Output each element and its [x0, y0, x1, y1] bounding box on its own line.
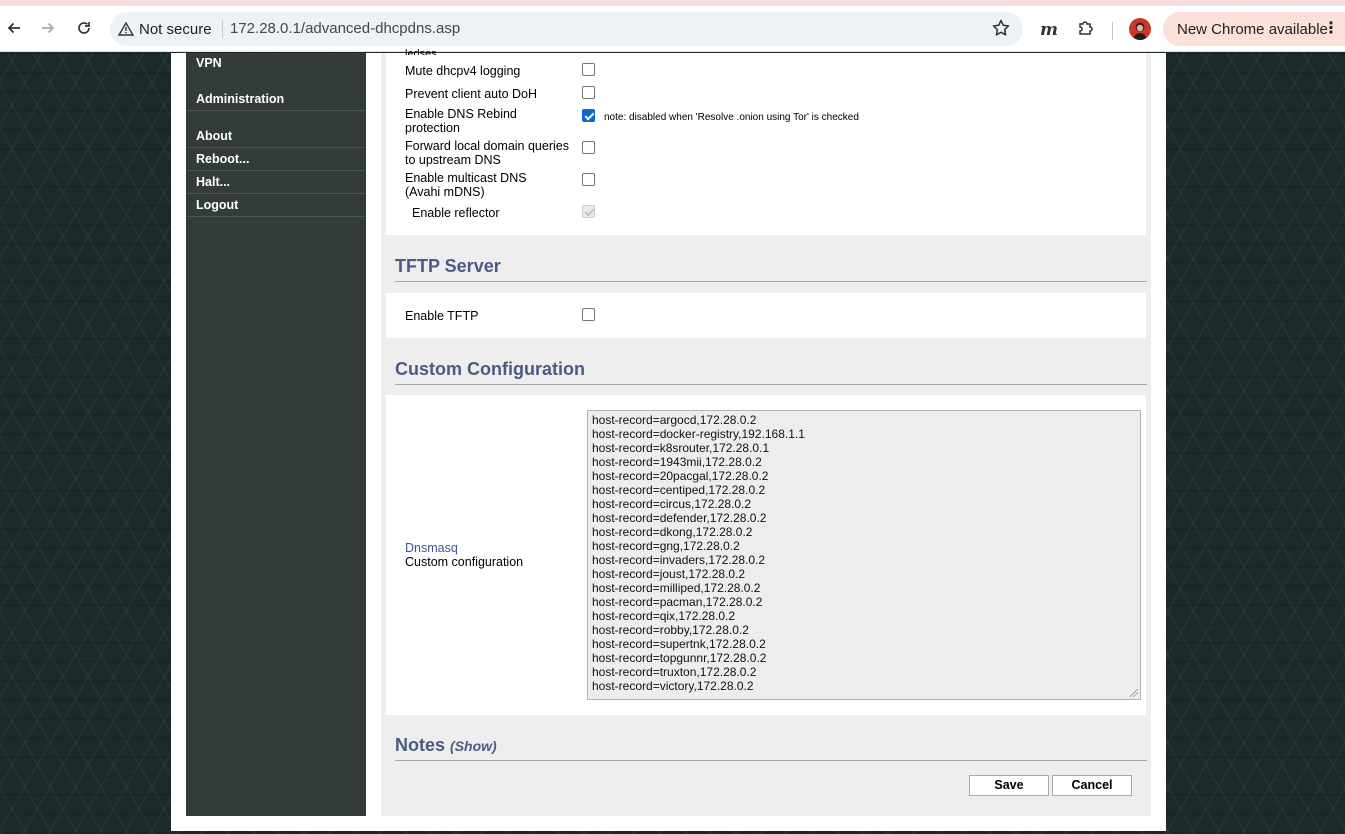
enable-tftp-label: Enable TFTP	[405, 309, 479, 323]
prevent-doh-label: Prevent client auto DoH	[405, 87, 538, 101]
config-line: host-record=defender,172.28.0.2	[592, 511, 767, 525]
tftp-section-title: TFTP Server	[395, 256, 501, 276]
config-line: host-record=circus,172.28.0.2	[592, 497, 752, 511]
config-line: host-record=joust,172.28.0.2	[592, 567, 746, 581]
extensions-puzzle-icon[interactable]	[1076, 18, 1096, 43]
notes-title-text: Notes	[395, 735, 446, 755]
config-line: host-record=centiped,172.28.0.2	[592, 483, 766, 497]
sidebar-item-reboot[interactable]: Reboot...	[186, 149, 366, 171]
reload-icon	[78, 22, 90, 34]
reload-button[interactable]	[70, 14, 98, 42]
config-line: host-record=truxton,172.28.0.2	[592, 665, 757, 679]
notes-section-rule	[395, 760, 1147, 761]
config-line: host-record=supertnk,172.28.0.2	[592, 637, 766, 651]
config-line: host-record=topgunnr,172.28.0.2	[592, 651, 767, 665]
multicast-dns-label-line2: (Avahi mDNS)	[405, 185, 485, 199]
back-arrow-icon	[7, 22, 20, 34]
bookmark-star-icon[interactable]	[991, 18, 1011, 43]
address-bar[interactable]: Not secure 172.28.0.1/advanced-dhcpdns.a…	[110, 12, 1023, 46]
extension-m-icon[interactable]: m	[1040, 20, 1058, 40]
dnsmasq-link[interactable]: Dnsmasq	[405, 541, 523, 555]
save-button[interactable]: Save	[969, 775, 1049, 796]
config-line: host-record=argocd,172.28.0.2	[592, 413, 757, 427]
dns-rebind-note: note: disabled when 'Resolve .onion usin…	[604, 112, 859, 123]
config-line: host-record=dkong,172.28.0.2	[592, 525, 753, 539]
router-page: VPN Administration About Reboot... Halt.…	[171, 48, 1166, 831]
security-label: Not secure	[139, 20, 212, 38]
notes-section-title: Notes (Show)	[395, 735, 497, 756]
custom-config-panel: Dnsmasq Custom configuration host-record…	[386, 395, 1146, 715]
warning-icon	[118, 22, 134, 36]
menu-kebab-icon[interactable]: ⋮	[1323, 21, 1339, 37]
toolbar-separator	[1112, 22, 1113, 40]
omnibox-separator	[222, 20, 223, 38]
custom-config-label: Dnsmasq Custom configuration	[405, 541, 523, 569]
forward-local-label: Forward local domain queries to upstream…	[405, 139, 569, 167]
config-line: host-record=20pacgal,172.28.0.2	[592, 469, 769, 483]
enable-tftp-checkbox[interactable]	[582, 308, 595, 321]
forward-local-checkbox[interactable]	[582, 141, 595, 154]
textarea-resize-grip[interactable]	[1130, 689, 1138, 697]
custom-config-section-title: Custom Configuration	[395, 359, 585, 379]
update-label: New Chrome available	[1177, 20, 1328, 38]
url-text[interactable]: 172.28.0.1/advanced-dhcpdns.asp	[230, 20, 460, 37]
profile-avatar-icon[interactable]	[1129, 18, 1151, 40]
forward-local-label-line2: to upstream DNS	[405, 153, 501, 167]
custom-config-textarea[interactable]: host-record=argocd,172.28.0.2 host-recor…	[587, 410, 1141, 700]
sidebar-item-halt[interactable]: Halt...	[186, 172, 366, 194]
mute-dhcpv4-label: Mute dhcpv4 logging	[405, 64, 521, 78]
notes-show-link[interactable]: (Show)	[450, 738, 497, 754]
main-content: ledses Mute dhcpv4 logging Prevent clien…	[381, 48, 1151, 816]
custom-config-label-text: Custom configuration	[405, 555, 524, 569]
dns-options-panel: ledses Mute dhcpv4 logging Prevent clien…	[386, 48, 1146, 235]
sidebar-item-logout[interactable]: Logout	[186, 195, 366, 217]
multicast-dns-checkbox[interactable]	[582, 173, 595, 186]
config-line: host-record=k8srouter,172.28.0.1	[592, 441, 770, 455]
enable-reflector-checkbox[interactable]	[582, 205, 595, 218]
tftp-panel: Enable TFTP	[386, 293, 1146, 338]
config-line: host-record=robby,172.28.0.2	[592, 623, 749, 637]
prevent-doh-checkbox[interactable]	[582, 86, 595, 99]
mute-dhcpv4-checkbox[interactable]	[582, 63, 595, 76]
config-line: host-record=qix,172.28.0.2	[592, 609, 736, 623]
dns-rebind-checkbox[interactable]	[582, 109, 595, 122]
config-line: host-record=docker-registry,192.168.1.1	[592, 427, 805, 441]
multicast-dns-label: Enable multicast DNS (Avahi mDNS)	[405, 171, 527, 199]
multicast-dns-label-line1: Enable multicast DNS	[405, 171, 527, 185]
config-line: host-record=1943mii,172.28.0.2	[592, 455, 762, 469]
config-line: host-record=milliped,172.28.0.2	[592, 581, 761, 595]
forward-local-label-line1: Forward local domain queries	[405, 139, 569, 153]
config-line: host-record=victory,172.28.0.2	[592, 679, 754, 693]
config-line: host-record=invaders,172.28.0.2	[592, 553, 766, 567]
dns-rebind-label-line1: Enable DNS Rebind	[405, 107, 517, 121]
enable-reflector-label: Enable reflector	[412, 206, 500, 220]
browser-toolbar: Not secure 172.28.0.1/advanced-dhcpdns.a…	[0, 6, 1345, 52]
custom-config-section-rule	[395, 384, 1147, 385]
cancel-button[interactable]: Cancel	[1052, 775, 1132, 796]
back-button[interactable]	[0, 14, 28, 42]
sidebar-nav: VPN Administration About Reboot... Halt.…	[186, 53, 366, 816]
dns-rebind-label: Enable DNS Rebind protection	[405, 107, 517, 135]
config-line: host-record=gng,172.28.0.2	[592, 539, 740, 553]
forward-button[interactable]	[34, 14, 62, 42]
chrome-update-button[interactable]: New Chrome available ⋮	[1163, 12, 1345, 46]
sidebar-item-vpn[interactable]: VPN	[186, 53, 366, 75]
sidebar-item-about[interactable]: About	[186, 126, 366, 148]
forward-arrow-icon	[42, 22, 55, 34]
config-line: host-record=pacman,172.28.0.2	[592, 595, 763, 609]
security-chip[interactable]: Not secure	[118, 19, 212, 39]
sidebar-item-administration[interactable]: Administration	[186, 89, 366, 111]
clipped-row-label: ledses	[405, 48, 437, 55]
dns-rebind-label-line2: protection	[405, 121, 460, 135]
tftp-section-rule	[395, 281, 1147, 282]
